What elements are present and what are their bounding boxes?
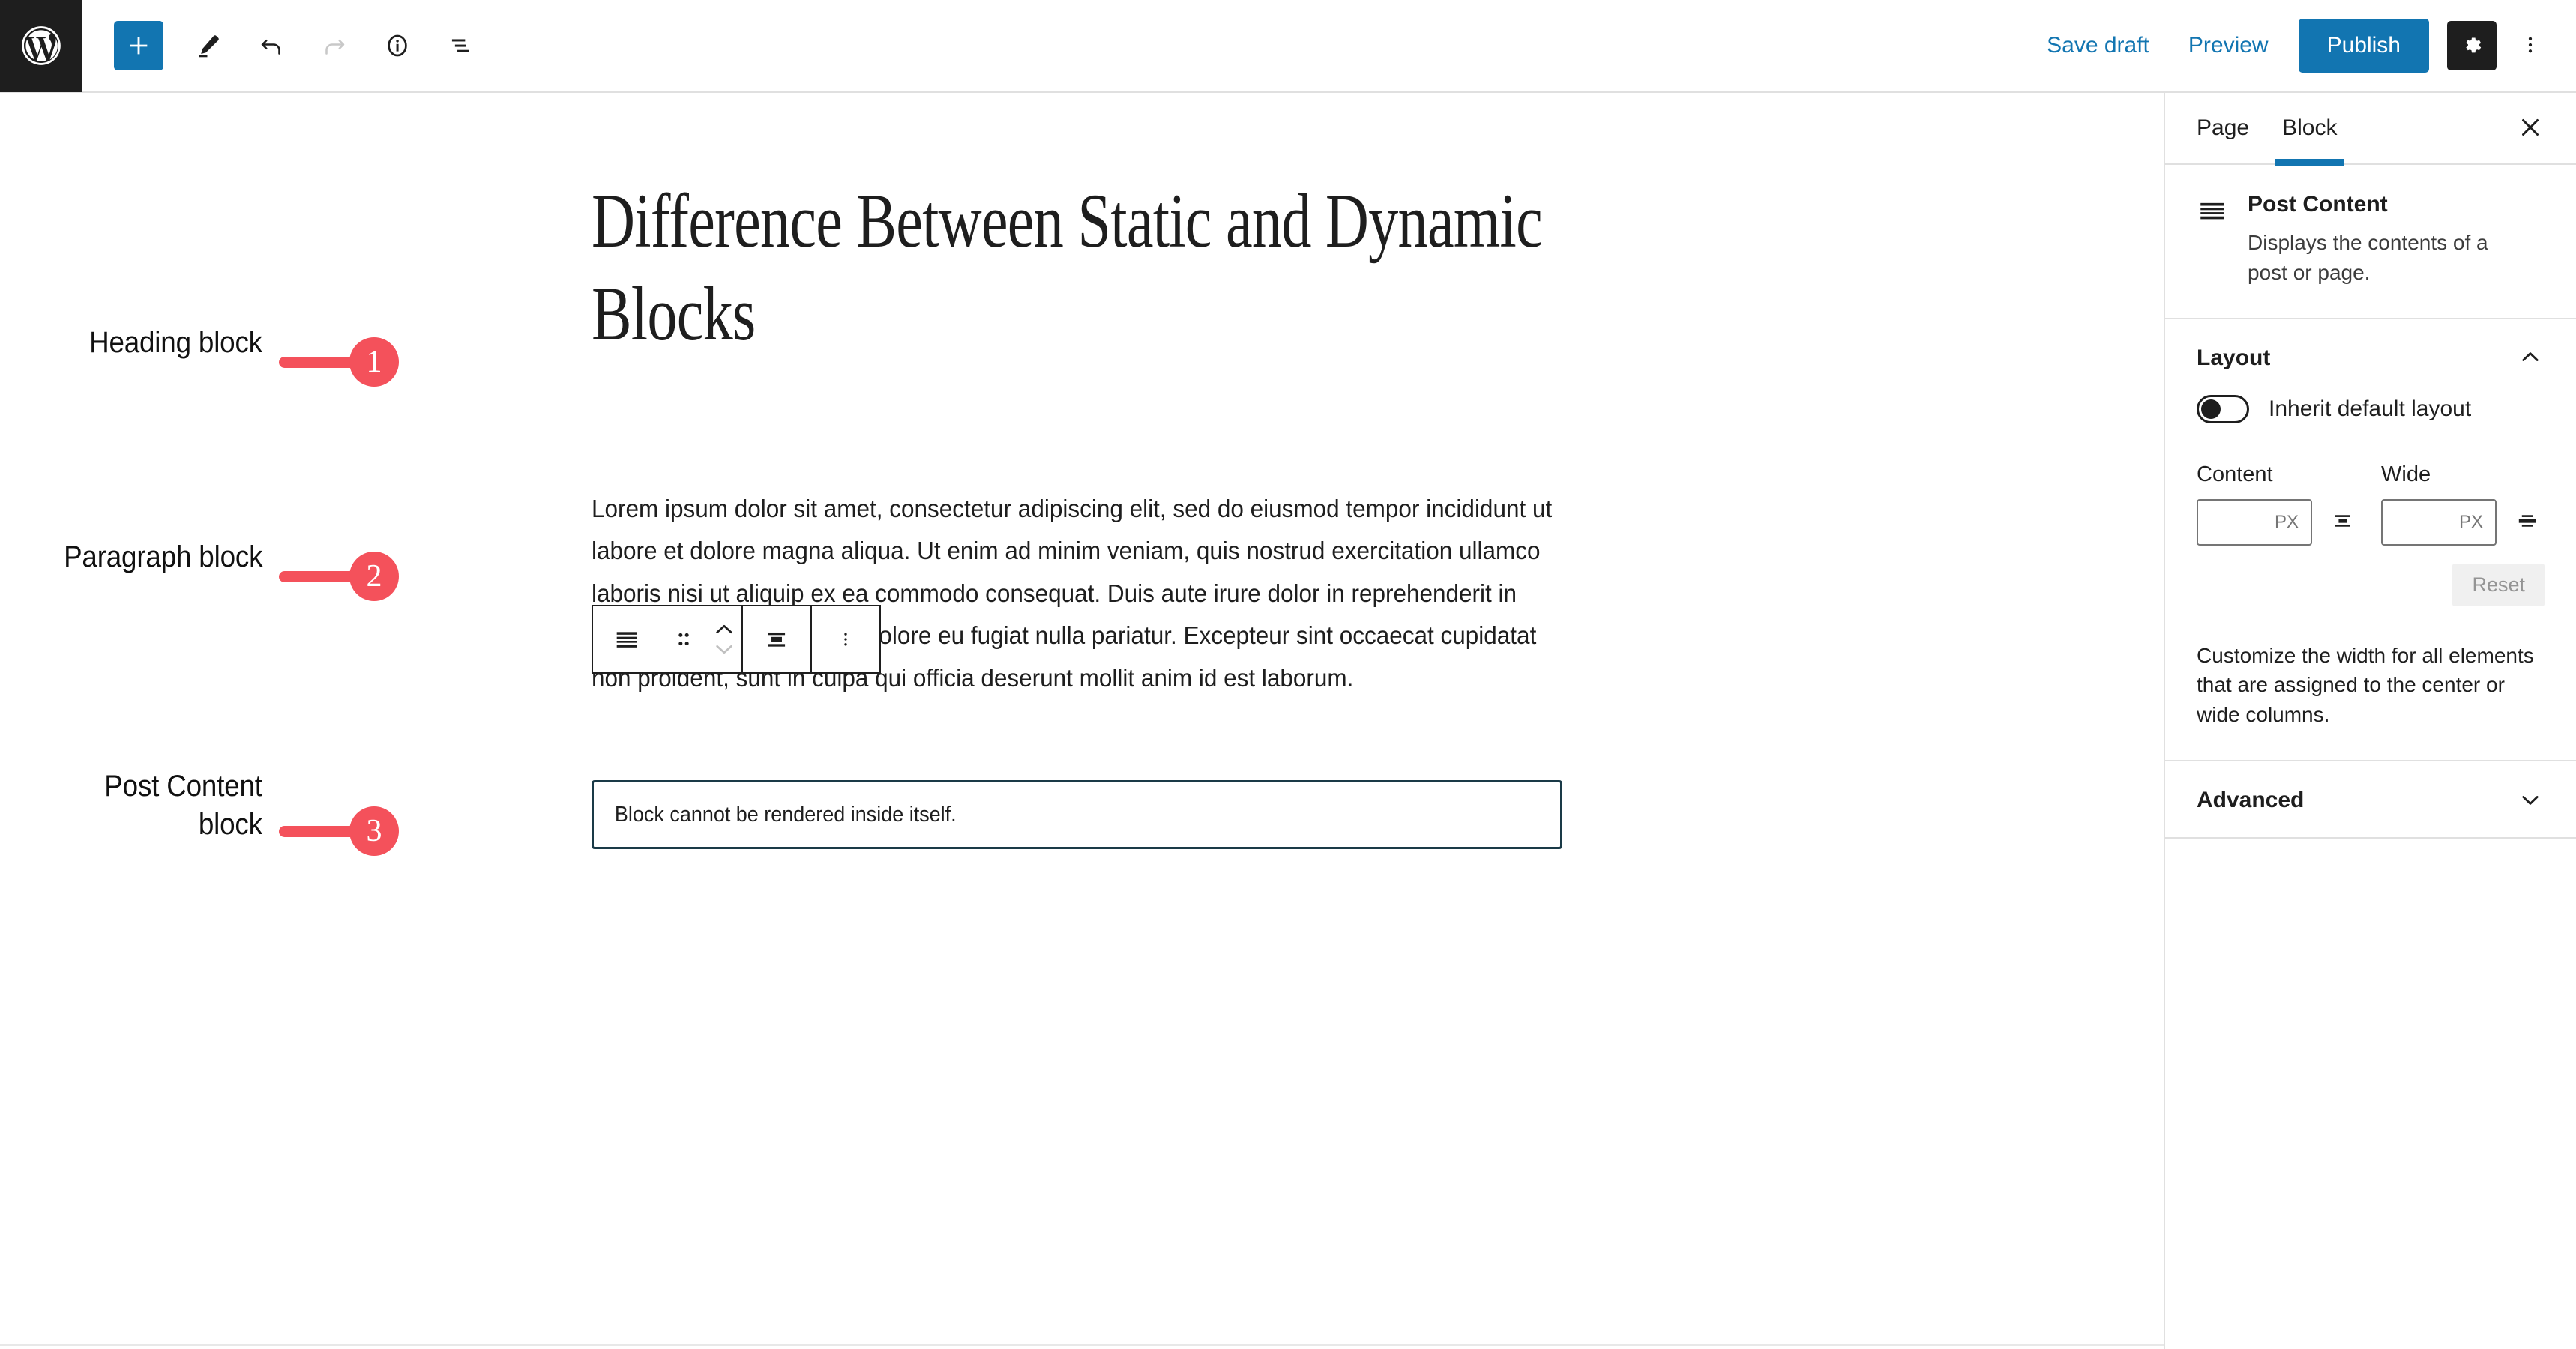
annotation-post-content-block: Post Content block	[30, 767, 262, 844]
undo-icon	[258, 32, 285, 59]
advanced-panel: Advanced	[2165, 761, 2576, 839]
layout-panel-title: Layout	[2197, 345, 2271, 370]
wide-width-label: Wide	[2381, 462, 2431, 486]
options-kebab-button[interactable]	[2504, 14, 2557, 77]
move-down-icon[interactable]	[713, 642, 735, 657]
wide-align-button[interactable]	[2510, 499, 2545, 546]
layout-panel: Layout Inherit default layout Content PX…	[2165, 319, 2576, 761]
align-center-icon	[2331, 509, 2355, 535]
align-center-icon	[762, 625, 791, 654]
annotation-badge: 3	[349, 806, 399, 856]
annotation-badge: 2	[349, 552, 399, 601]
wordpress-block-editor: Save draft Preview Publish Difference Be…	[0, 0, 2576, 1349]
align-wide-icon	[2515, 509, 2539, 535]
sidebar-tabs: Page Block	[2165, 92, 2576, 166]
annotation-label: Heading block	[89, 326, 262, 359]
width-controls-row: Content PX Wide PX	[2197, 462, 2545, 546]
annotation-label: Post Content block	[104, 770, 262, 842]
block-toolbar-type-group	[593, 606, 741, 672]
reset-button[interactable]: Reset	[2452, 563, 2545, 606]
annotation-paragraph-pointer: 2	[262, 552, 399, 601]
top-bar-right-actions: Save draft Preview Publish	[2027, 14, 2576, 77]
settings-sidebar: Page Block Post Content Displays the con…	[2164, 93, 2576, 1349]
align-button[interactable]	[743, 625, 810, 654]
tab-page[interactable]: Page	[2180, 92, 2266, 164]
content-width-label: Content	[2197, 462, 2273, 486]
drag-dots-icon	[675, 624, 693, 654]
block-card: Post Content Displays the contents of a …	[2165, 165, 2576, 319]
post-content-icon	[612, 624, 642, 654]
top-bar-left-tools	[82, 14, 492, 77]
wide-width-field-group: PX	[2381, 498, 2545, 546]
annotation-heading-pointer: 1	[262, 337, 399, 387]
annotation-paragraph-block: Paragraph block	[30, 538, 262, 576]
annotation-label: Paragraph block	[63, 540, 262, 573]
toggle-knob	[2201, 399, 2221, 419]
publish-button[interactable]: Publish	[2298, 19, 2429, 73]
block-toolbar[interactable]	[592, 605, 881, 674]
preview-button[interactable]: Preview	[2169, 19, 2288, 72]
undo-button[interactable]	[240, 14, 303, 77]
close-sidebar-button[interactable]	[2507, 105, 2554, 151]
inherit-default-layout-row: Inherit default layout	[2197, 394, 2545, 423]
pencil-icon	[195, 32, 222, 59]
post-content-notice: Block cannot be rendered inside itself.	[614, 802, 957, 827]
content-align-button[interactable]	[2326, 499, 2360, 546]
settings-button[interactable]	[2447, 21, 2497, 70]
redo-icon	[321, 32, 348, 59]
post-content-icon	[2197, 192, 2228, 288]
editor-canvas[interactable]: Difference Between Static and Dynamic Bl…	[0, 93, 2164, 1346]
wide-width-unit: PX	[2458, 511, 2483, 532]
content-width-control: Content PX	[2197, 462, 2360, 546]
heading-block[interactable]: Difference Between Static and Dynamic Bl…	[592, 175, 1574, 360]
editor-top-bar: Save draft Preview Publish	[0, 0, 2576, 93]
block-card-title: Post Content	[2248, 192, 2388, 217]
wordpress-logo-icon	[18, 22, 64, 69]
annotation-heading-block: Heading block	[30, 324, 262, 362]
layout-panel-body: Inherit default layout Content PX Wide P…	[2165, 394, 2576, 760]
tab-block[interactable]: Block	[2266, 92, 2353, 166]
block-movers	[707, 622, 741, 657]
save-draft-button[interactable]: Save draft	[2027, 19, 2169, 72]
layout-help-text: Customize the width for all elements tha…	[2197, 643, 2534, 727]
advanced-panel-header[interactable]: Advanced	[2165, 761, 2576, 837]
advanced-panel-title: Advanced	[2197, 788, 2305, 813]
wordpress-logo-button[interactable]	[0, 0, 82, 92]
move-up-icon[interactable]	[713, 622, 735, 637]
content-width-field-group: PX	[2197, 498, 2360, 546]
annotation-badge: 1	[349, 337, 399, 387]
inherit-default-layout-label: Inherit default layout	[2269, 396, 2472, 421]
kebab-menu-icon	[836, 625, 855, 654]
info-icon	[383, 31, 412, 60]
gear-icon	[2458, 31, 2485, 61]
redo-button[interactable]	[303, 14, 366, 77]
details-button[interactable]	[366, 14, 429, 77]
drag-handle-button[interactable]	[660, 624, 707, 654]
block-card-description: Displays the contents of a post or page.	[2248, 231, 2488, 284]
chevron-up-icon	[2518, 345, 2543, 372]
add-block-button[interactable]	[114, 21, 163, 70]
block-toolbar-align-group	[743, 606, 810, 672]
plus-icon	[126, 33, 151, 58]
chevron-down-icon	[2518, 787, 2543, 815]
block-options-button[interactable]	[812, 625, 879, 654]
reset-row: Reset	[2197, 563, 2545, 606]
wide-width-input[interactable]: PX	[2381, 498, 2497, 546]
block-type-button[interactable]	[593, 624, 660, 654]
content-width-input[interactable]: PX	[2197, 498, 2312, 546]
list-view-icon	[446, 31, 475, 60]
tools-pencil-button[interactable]	[177, 14, 240, 77]
block-toolbar-options-group	[812, 606, 879, 672]
wide-width-control: Wide PX	[2381, 462, 2545, 546]
layout-panel-header[interactable]: Layout	[2165, 319, 2576, 395]
content-width-unit: PX	[2274, 511, 2299, 532]
kebab-menu-icon	[2519, 31, 2542, 61]
inherit-default-layout-toggle[interactable]	[2197, 394, 2249, 423]
block-card-text: Post Content Displays the contents of a …	[2248, 192, 2533, 288]
list-view-button[interactable]	[429, 14, 492, 77]
close-icon	[2518, 115, 2543, 142]
post-content-block[interactable]: Block cannot be rendered inside itself.	[592, 780, 1562, 849]
annotation-post-content-pointer: 3	[262, 806, 399, 856]
